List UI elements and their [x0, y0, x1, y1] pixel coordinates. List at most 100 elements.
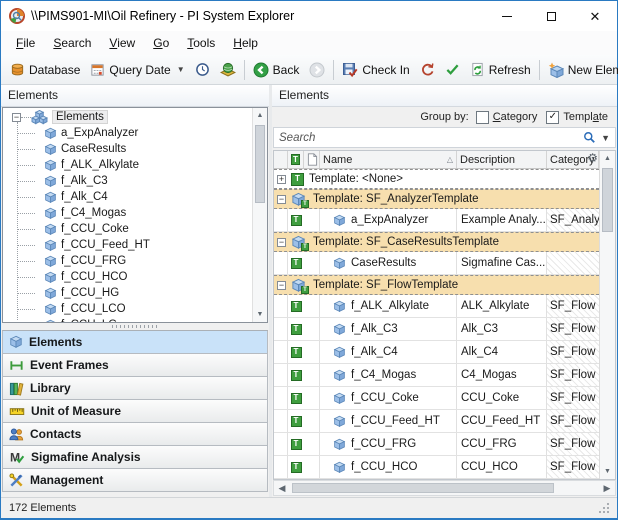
- search-options-caret-icon[interactable]: ▼: [601, 133, 610, 143]
- scroll-left-icon[interactable]: ◀: [274, 483, 290, 494]
- row-name-cell[interactable]: CaseResults: [320, 252, 457, 274]
- row-name-cell[interactable]: f_CCU_Feed_HT: [320, 410, 457, 432]
- menu-item-help[interactable]: Help: [224, 32, 267, 54]
- table-horizontal-scrollbar[interactable]: ◀ ▶: [273, 480, 616, 496]
- template-group-row[interactable]: − T Template: SF_AnalyzerTemplate: [274, 189, 599, 209]
- forward-button[interactable]: [304, 59, 330, 81]
- tree-item-caseresults[interactable]: CaseResults: [3, 141, 251, 157]
- tree-scrollbar-thumb[interactable]: [255, 125, 265, 203]
- row-name-cell[interactable]: f_Alk_C3: [320, 318, 457, 340]
- sidebar-item-management[interactable]: Management: [2, 469, 268, 492]
- search-icon[interactable]: [583, 131, 596, 144]
- check-in-button[interactable]: Check In: [337, 59, 414, 81]
- sidebar-item-event-frames[interactable]: Event Frames: [2, 354, 268, 377]
- tree-scrollbar[interactable]: ▲ ▼: [252, 108, 267, 322]
- row-name-cell[interactable]: f_Alk_C4: [320, 341, 457, 363]
- sidebar-item-elements[interactable]: Elements: [2, 331, 268, 354]
- column-header-description[interactable]: Description: [457, 151, 547, 168]
- template-group-row[interactable]: − T Template: SF_CaseResultsTemplate: [274, 232, 599, 252]
- table-row[interactable]: T f_Alk_C4 Alk_C4 SF_Flow: [274, 341, 599, 364]
- column-header-name[interactable]: Name △: [320, 151, 457, 168]
- time-range-button[interactable]: [190, 59, 215, 80]
- maximize-button[interactable]: [529, 1, 573, 31]
- scroll-up-icon[interactable]: ▲: [600, 151, 615, 166]
- hscrollbar-thumb[interactable]: [292, 483, 554, 493]
- group-expander[interactable]: −: [277, 194, 286, 204]
- menu-item-view[interactable]: View: [100, 32, 144, 54]
- sidebar-item-library[interactable]: Library: [2, 377, 268, 400]
- template-checkbox[interactable]: ✓: [546, 110, 560, 124]
- database-button[interactable]: Database: [5, 59, 85, 80]
- row-name-cell[interactable]: a_ExpAnalyzer: [320, 209, 457, 231]
- resize-grip[interactable]: [599, 503, 609, 513]
- menu-item-search[interactable]: Search: [44, 32, 100, 54]
- tree-item-label: f_CCU_FRG: [61, 255, 127, 267]
- tree-item-f_alk_alkylate[interactable]: f_ALK_Alkylate: [3, 157, 251, 173]
- tree-item-f_ccu_hg[interactable]: f_CCU_HG: [3, 285, 251, 301]
- undo-checkout-button[interactable]: [415, 59, 440, 80]
- table-row[interactable]: T a_ExpAnalyzer Example Analy... SF_Analy: [274, 209, 599, 232]
- tree-item-f_ccu_lg[interactable]: f_CCU_LG: [3, 317, 251, 322]
- tree-item-f_c4_mogas[interactable]: f_C4_Mogas: [3, 205, 251, 221]
- table-row[interactable]: T f_CCU_Coke CCU_Coke SF_Flow: [274, 387, 599, 410]
- table-row[interactable]: T f_C4_Mogas C4_Mogas SF_Flow: [274, 364, 599, 387]
- sidebar-item-sigmafine-analysis[interactable]: M Sigmafine Analysis: [2, 446, 268, 469]
- group-expander[interactable]: +: [277, 174, 286, 184]
- template-group-row[interactable]: + T Template: <None>: [274, 169, 599, 189]
- table-row[interactable]: T f_CCU_FRG CCU_FRG SF_Flow: [274, 433, 599, 456]
- header-page-column[interactable]: [304, 151, 320, 168]
- scroll-up-icon[interactable]: ▲: [253, 108, 267, 123]
- minimize-button[interactable]: [485, 1, 529, 31]
- panel-splitter[interactable]: [1, 323, 269, 330]
- group-by-option-label: Category: [492, 111, 538, 123]
- table-row[interactable]: T f_CCU_HCO CCU_HCO SF_Flow: [274, 456, 599, 479]
- close-button[interactable]: ✕: [573, 1, 617, 31]
- tree-item-f_ccu_coke[interactable]: f_CCU_Coke: [3, 221, 251, 237]
- table-row[interactable]: T f_Alk_C3 Alk_C3 SF_Flow: [274, 318, 599, 341]
- table-row[interactable]: T f_ALK_Alkylate ALK_Alkylate SF_Flow: [274, 295, 599, 318]
- column-header-category[interactable]: Category ⚙: [547, 151, 599, 168]
- tree-item-f_ccu_lco[interactable]: f_CCU_LCO: [3, 301, 251, 317]
- toolbar-separator: [243, 59, 245, 80]
- table-row[interactable]: T CaseResults Sigmafine Cas...: [274, 252, 599, 275]
- row-name-cell[interactable]: f_ALK_Alkylate: [320, 295, 457, 317]
- menu-item-file[interactable]: File: [7, 32, 44, 54]
- tree-item-f_ccu_feed_ht[interactable]: f_CCU_Feed_HT: [3, 237, 251, 253]
- header-template-flag-column[interactable]: T: [288, 151, 304, 168]
- back-button[interactable]: Back: [248, 59, 305, 81]
- menu-item-tools[interactable]: Tools: [178, 32, 224, 54]
- sidebar-item-contacts[interactable]: Contacts: [2, 423, 268, 446]
- scroll-down-icon[interactable]: ▼: [253, 307, 267, 322]
- row-name-cell[interactable]: f_CCU_FRG: [320, 433, 457, 455]
- new-element-button[interactable]: New Element ▼: [543, 59, 618, 81]
- menu-item-go[interactable]: Go: [144, 32, 178, 54]
- row-name-cell[interactable]: f_C4_Mogas: [320, 364, 457, 386]
- tree-item-f_alk_c3[interactable]: f_Alk_C3: [3, 173, 251, 189]
- back-label: Back: [272, 62, 300, 77]
- scroll-right-icon[interactable]: ▶: [599, 483, 615, 494]
- table-vertical-scrollbar[interactable]: ▲ ▼: [599, 151, 615, 479]
- column-options-gear-icon[interactable]: ⚙: [587, 152, 598, 164]
- category-checkbox[interactable]: [475, 110, 489, 124]
- globe-layers-button[interactable]: [215, 59, 241, 81]
- tree-expander[interactable]: −: [12, 112, 21, 122]
- sidebar-item-unit-of-measure[interactable]: Unit of Measure: [2, 400, 268, 423]
- refresh-button[interactable]: Refresh: [465, 59, 536, 80]
- tree-item-f_ccu_frg[interactable]: f_CCU_FRG: [3, 253, 251, 269]
- group-expander[interactable]: −: [277, 280, 286, 290]
- row-name-cell[interactable]: f_CCU_Coke: [320, 387, 457, 409]
- tree-root-elements[interactable]: − Elements: [3, 109, 251, 125]
- group-expander[interactable]: −: [277, 237, 286, 247]
- table-row[interactable]: T f_CCU_Feed_HT CCU_Feed_HT SF_Flow: [274, 410, 599, 433]
- query-date-button[interactable]: Query Date ▼: [85, 59, 189, 80]
- table-scrollbar-thumb[interactable]: [602, 168, 613, 232]
- row-name-cell[interactable]: f_CCU_HCO: [320, 456, 457, 478]
- apply-check-button[interactable]: [440, 59, 465, 80]
- status-bar: 172 Elements: [1, 497, 617, 518]
- tree-item-f_alk_c4[interactable]: f_Alk_C4: [3, 189, 251, 205]
- tree-item-a_expanalyzer[interactable]: a_ExpAnalyzer: [3, 125, 251, 141]
- tree-item-f_ccu_hco[interactable]: f_CCU_HCO: [3, 269, 251, 285]
- template-group-row[interactable]: − T Template: SF_FlowTemplate: [274, 275, 599, 295]
- search-input[interactable]: [279, 131, 584, 144]
- scroll-down-icon[interactable]: ▼: [600, 464, 615, 479]
